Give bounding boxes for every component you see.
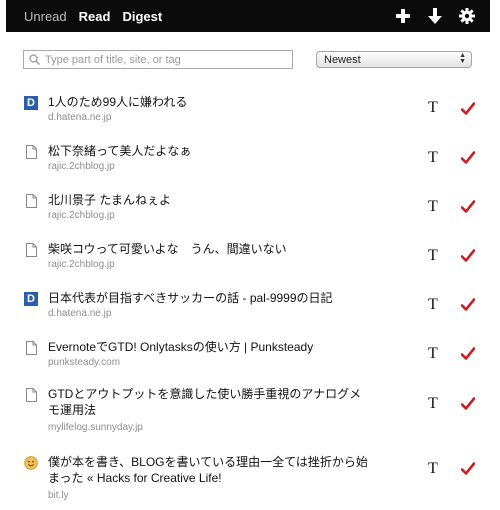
sort-select[interactable]: Newest ▲ ▼	[316, 51, 472, 68]
item-site: rajic.2chblog.jp	[48, 259, 115, 270]
item-site: bit.ly	[48, 490, 69, 501]
hatena-d-icon: D	[24, 96, 38, 110]
checkmark-icon[interactable]	[461, 102, 475, 116]
item-title[interactable]: 1人のため99人に嫌われる	[48, 94, 368, 110]
item-title[interactable]: 松下奈緒って美人だよなぁ	[48, 143, 368, 159]
tag-button[interactable]: T	[428, 460, 438, 478]
checkmark-icon[interactable]	[461, 200, 475, 214]
add-icon[interactable]	[394, 6, 412, 26]
item-site: d.hatena.ne.jp	[48, 112, 112, 123]
checkmark-icon[interactable]	[461, 298, 475, 312]
hatena-d-icon: D	[24, 292, 38, 306]
item-site: punksteady.com	[48, 357, 121, 368]
document-icon	[26, 388, 37, 402]
top-nav-bar: Unread Read Digest	[6, 0, 490, 32]
smiley-face-icon	[24, 456, 38, 470]
tag-button[interactable]: T	[428, 99, 438, 117]
document-icon	[26, 145, 37, 159]
tag-button[interactable]: T	[428, 296, 438, 314]
checkmark-icon[interactable]	[461, 249, 475, 263]
download-arrow-icon[interactable]	[426, 6, 444, 26]
select-arrows-icon: ▲ ▼	[459, 52, 466, 65]
search-box	[23, 50, 293, 69]
document-icon	[26, 341, 37, 355]
item-site: rajic.2chblog.jp	[48, 210, 115, 221]
item-site: rajic.2chblog.jp	[48, 161, 115, 172]
gear-icon[interactable]	[458, 6, 476, 26]
sort-select-value: Newest	[324, 53, 361, 66]
checkmark-icon[interactable]	[461, 347, 475, 361]
tab-unread[interactable]: Unread	[24, 9, 67, 24]
document-icon	[26, 194, 37, 208]
tag-button[interactable]: T	[428, 247, 438, 265]
item-title[interactable]: 日本代表が目指すべきサッカーの話 - pal-9999の日記	[48, 290, 368, 306]
checkmark-icon[interactable]	[461, 397, 475, 411]
tag-button[interactable]: T	[428, 149, 438, 167]
item-site: d.hatena.ne.jp	[48, 308, 112, 319]
search-input[interactable]	[45, 53, 275, 66]
tag-button[interactable]: T	[428, 198, 438, 216]
tag-button[interactable]: T	[428, 345, 438, 363]
checkmark-icon[interactable]	[461, 151, 475, 165]
item-title[interactable]: GTDとアウトプットを意識した使い勝手重視のアナログメモ運用法	[48, 386, 368, 418]
item-title[interactable]: 北川景子 たまんねぇよ	[48, 192, 368, 208]
checkmark-icon[interactable]	[461, 462, 475, 476]
tab-read[interactable]: Read	[79, 9, 111, 24]
item-site: mylifelog.sunnyday.jp	[48, 422, 143, 433]
item-title[interactable]: 僕が本を書き、BLOGを書いている理由一全ては挫折から始まった « Hacks …	[48, 454, 368, 486]
tab-digest[interactable]: Digest	[122, 9, 162, 24]
item-title[interactable]: 柴咲コウって可愛いよな うん、間違いない	[48, 241, 368, 257]
search-icon	[29, 54, 40, 65]
document-icon	[26, 243, 37, 257]
item-title[interactable]: EvernoteでGTD! Onlytasksの使い方 | Punksteady	[48, 339, 368, 355]
tag-button[interactable]: T	[428, 395, 438, 413]
